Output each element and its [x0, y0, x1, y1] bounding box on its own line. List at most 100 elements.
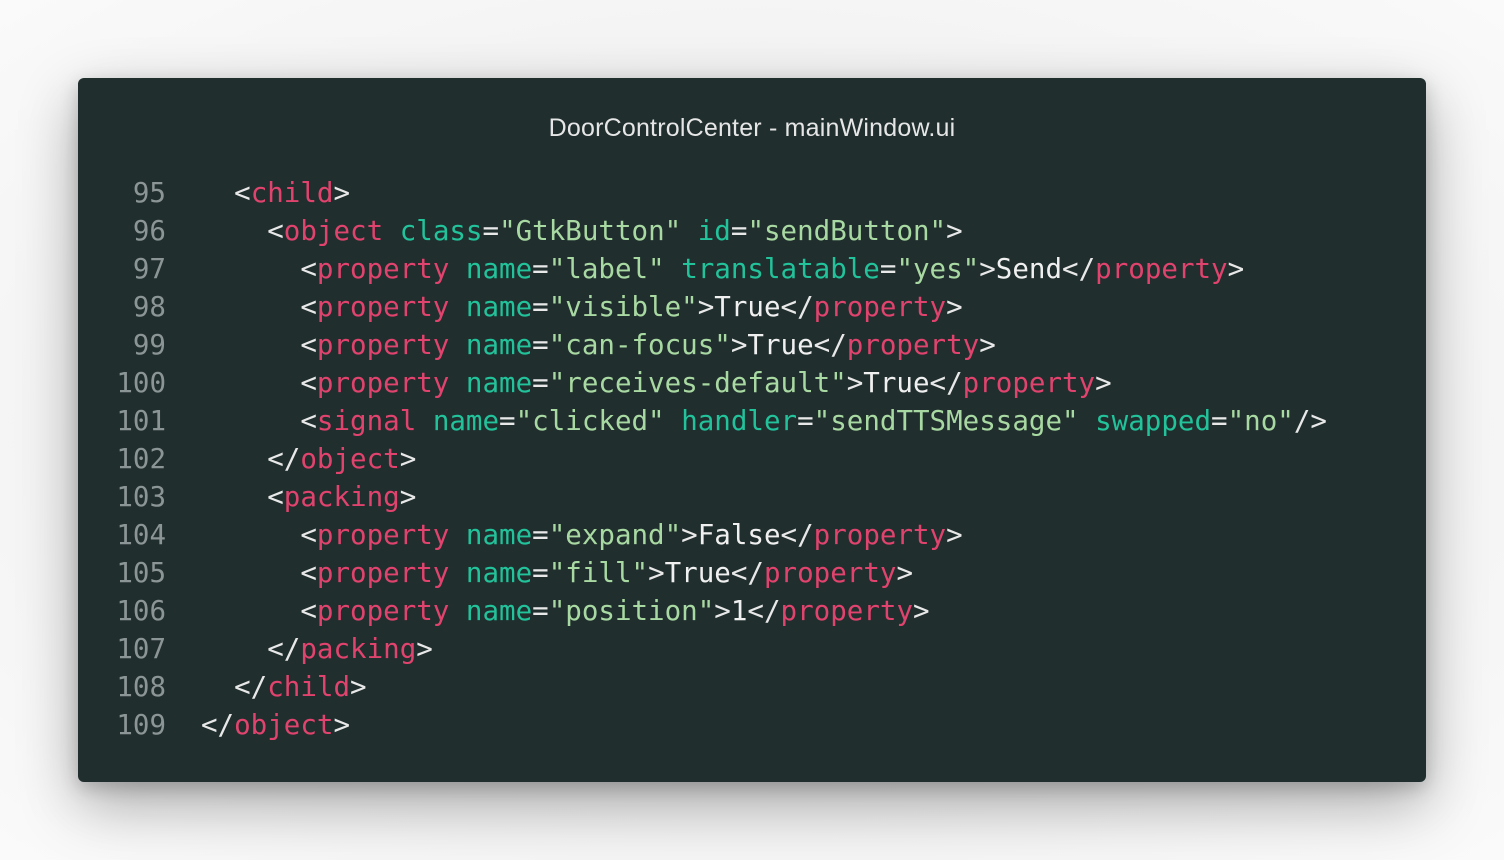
- punctuation: >: [913, 595, 930, 627]
- attribute-name: name: [465, 557, 533, 589]
- line-number: 107: [116, 633, 166, 665]
- tag-name: property: [813, 291, 947, 323]
- punctuation: </: [780, 291, 814, 323]
- attribute-value: "expand": [548, 519, 682, 551]
- punctuation: [449, 291, 466, 323]
- punctuation: =: [532, 253, 549, 285]
- code-line: 102 </object>: [78, 440, 1426, 478]
- tag-name: property: [316, 557, 450, 589]
- line-number: 109: [116, 709, 166, 741]
- code-line: 104 <property name="expand">False</prope…: [78, 516, 1426, 554]
- attribute-name: translatable: [681, 253, 880, 285]
- attribute-value: "label": [548, 253, 665, 285]
- punctuation: <: [300, 329, 317, 361]
- punctuation: =: [879, 253, 897, 285]
- punctuation: >: [730, 329, 748, 361]
- punctuation: >: [350, 671, 367, 703]
- punctuation: </: [267, 443, 301, 475]
- punctuation: [449, 367, 466, 399]
- attribute-value: "sendButton": [747, 215, 947, 247]
- text-content: False: [697, 519, 781, 551]
- code-line: 107 </packing>: [78, 630, 1426, 668]
- punctuation: =: [532, 367, 549, 399]
- line-number: 103: [116, 481, 166, 513]
- code-text: <property name="fill">True</property>: [201, 554, 913, 592]
- code-block: 95 <child> 96 <object class="GtkButton" i…: [78, 174, 1426, 744]
- attribute-value: "receives-default": [548, 367, 847, 399]
- attribute-value: "no": [1227, 405, 1294, 437]
- attribute-name: name: [465, 291, 533, 323]
- tag-name: object: [283, 215, 384, 247]
- code-text: <property name="label" translatable="yes…: [201, 250, 1244, 288]
- line-number: 105: [116, 557, 166, 589]
- tag-name: property: [316, 595, 450, 627]
- code-text: </packing>: [201, 630, 433, 668]
- code-line: 101 <signal name="clicked" handler="send…: [78, 402, 1426, 440]
- line-number: 99: [132, 329, 166, 361]
- punctuation: </: [813, 329, 847, 361]
- punctuation: =: [499, 405, 516, 437]
- punctuation: >: [1095, 367, 1112, 399]
- code-text: </object>: [201, 440, 416, 478]
- punctuation: >: [946, 519, 963, 551]
- line-number: 98: [132, 291, 166, 323]
- text-content: 1: [730, 595, 748, 627]
- punctuation: =: [482, 215, 500, 247]
- tag-name: property: [813, 519, 947, 551]
- code-line: 95 <child>: [78, 174, 1426, 212]
- attribute-value: "visible": [548, 291, 698, 323]
- code-text: </object>: [201, 706, 350, 744]
- tag-name: property: [1095, 253, 1228, 285]
- punctuation: </: [780, 519, 814, 551]
- attribute-value: "yes": [896, 253, 980, 285]
- code-text: <child>: [201, 174, 350, 212]
- punctuation: <: [267, 481, 284, 513]
- punctuation: [449, 519, 466, 551]
- line-number: 96: [132, 215, 166, 247]
- text-content: True: [664, 557, 731, 589]
- code-line: 105 <property name="fill">True</property…: [78, 554, 1426, 592]
- code-line: 100 <property name="receives-default">Tr…: [78, 364, 1426, 402]
- punctuation: <: [300, 367, 317, 399]
- punctuation: [449, 595, 466, 627]
- tag-name: child: [267, 671, 351, 703]
- punctuation: =: [797, 405, 814, 437]
- code-line: 106 <property name="position">1</propert…: [78, 592, 1426, 630]
- code-text: <property name="receives-default">True</…: [201, 364, 1112, 402]
- attribute-name: class: [399, 215, 483, 247]
- punctuation: =: [532, 595, 549, 627]
- punctuation: [449, 253, 466, 285]
- code-window: DoorControlCenter - mainWindow.ui 95 <ch…: [78, 78, 1426, 782]
- tag-name: child: [250, 177, 334, 209]
- punctuation: <: [234, 177, 251, 209]
- punctuation: </: [1062, 253, 1096, 285]
- punctuation: <: [267, 215, 284, 247]
- attribute-value: "position": [548, 595, 715, 627]
- code-text: <property name="expand">False</property>: [201, 516, 963, 554]
- punctuation: [449, 557, 466, 589]
- code-line: 97 <property name="label" translatable="…: [78, 250, 1426, 288]
- punctuation: >: [714, 595, 731, 627]
- code-text: <signal name="clicked" handler="sendTTSM…: [201, 402, 1327, 440]
- code-text: <property name="position">1</property>: [201, 592, 930, 630]
- tag-name: packing: [300, 633, 417, 665]
- tag-name: property: [846, 329, 980, 361]
- tag-name: property: [780, 595, 913, 627]
- attribute-name: handler: [681, 405, 798, 437]
- attribute-value: "fill": [548, 557, 649, 589]
- punctuation: >: [697, 291, 715, 323]
- attribute-name: id: [697, 215, 731, 247]
- line-number: 97: [132, 253, 166, 285]
- punctuation: </: [929, 367, 963, 399]
- attribute-name: swapped: [1095, 405, 1212, 437]
- punctuation: >: [681, 519, 698, 551]
- attribute-name: name: [465, 253, 533, 285]
- code-line: 108 </child>: [78, 668, 1426, 706]
- punctuation: =: [532, 329, 549, 361]
- tag-name: property: [316, 253, 450, 285]
- code-line: 96 <object class="GtkButton" id="sendBut…: [78, 212, 1426, 250]
- attribute-value: "can-focus": [548, 329, 731, 361]
- punctuation: >: [333, 709, 351, 741]
- punctuation: [416, 405, 433, 437]
- punctuation: <: [300, 253, 317, 285]
